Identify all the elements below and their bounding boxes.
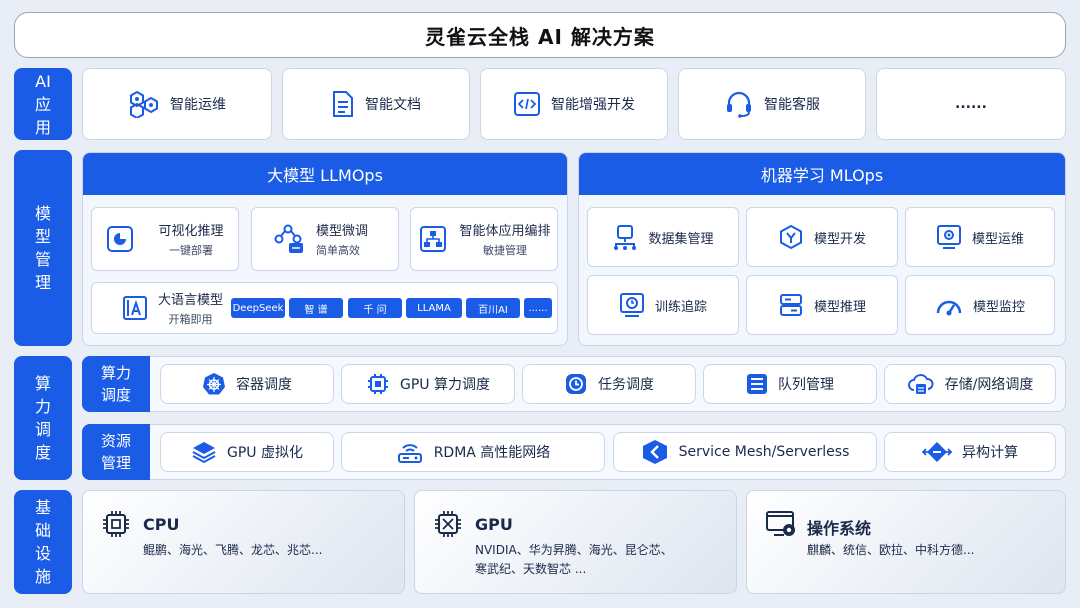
llm-tag-qianwen[interactable]: 千 问 [348, 298, 402, 318]
llmops-title: 大模型 LLMOps [83, 153, 567, 195]
mesh-icon [641, 439, 669, 465]
llmops-card-agent-orchestration[interactable]: 智能体应用编排 敏捷管理 [410, 207, 558, 271]
ai-app-docs[interactable]: 智能文档 [282, 68, 470, 140]
llmops-card-finetune[interactable]: 模型微调 简单高效 [251, 207, 399, 271]
res-gpu-virtualization[interactable]: GPU 虚拟化 [160, 432, 334, 472]
ai-app-service[interactable]: 智能客服 [678, 68, 866, 140]
resource-mgmt-label: 资源 管理 [82, 424, 150, 480]
os-monitor-icon [765, 509, 797, 539]
mlops-title: 机器学习 MLOps [579, 153, 1065, 195]
res-rdma[interactable]: RDMA 高性能网络 [341, 432, 605, 472]
llm-tag-more[interactable]: ...... [524, 298, 552, 318]
model-dev-icon [778, 224, 804, 250]
sched-container[interactable]: 容器调度 [160, 364, 334, 404]
document-icon [331, 90, 355, 118]
diamond-arrows-icon [922, 441, 952, 463]
hexagon-cluster-icon [128, 90, 160, 118]
flow-chart-icon [419, 225, 447, 253]
chart-pie-icon [106, 225, 134, 253]
headset-icon [724, 90, 754, 118]
chip-icon [366, 372, 390, 396]
llm-tag-llama[interactable]: LLAMA [406, 298, 462, 318]
infra-cpu[interactable]: CPU 鲲鹏、海光、飞腾、龙芯、兆芯... [82, 490, 405, 594]
infra-os-desc: 麒麟、统信、欧拉、中科方德... [807, 543, 975, 557]
layer-label-model-mgmt: 模 型 管 理 [14, 150, 72, 346]
mlops-card-monitor[interactable]: 模型监控 [905, 275, 1055, 335]
infra-gpu-desc: NVIDIA、华为昇腾、海光、昆仑芯、 寒武纪、天数智芯 ... [475, 543, 673, 576]
mlops-card-inference[interactable]: 模型推理 [746, 275, 898, 335]
cpu-icon [101, 509, 131, 539]
layer-label-compute: 算 力 调 度 [14, 356, 72, 480]
cloud-storage-icon [907, 372, 935, 396]
compute-scheduling-label: 算力 调度 [82, 356, 150, 412]
res-heterogeneous[interactable]: 异构计算 [884, 432, 1056, 472]
llm-tag-zhipu[interactable]: 智 谱 [289, 298, 343, 318]
sched-queue[interactable]: 队列管理 [703, 364, 877, 404]
res-service-mesh[interactable]: Service Mesh/Serverless [613, 432, 877, 472]
training-track-icon [619, 292, 645, 318]
list-icon [746, 373, 768, 395]
llm-tag-deepseek[interactable]: DeepSeek [231, 298, 285, 318]
clock-icon [564, 372, 588, 396]
router-icon [396, 440, 424, 464]
infra-cpu-desc: 鲲鹏、海光、飞腾、龙芯、兆芯... [143, 543, 323, 557]
helm-icon [202, 372, 226, 396]
llm-tag-baichuan[interactable]: 百川AI [466, 298, 520, 318]
inference-icon [778, 292, 804, 318]
code-icon [513, 91, 541, 117]
mlops-card-dataset[interactable]: 数据集管理 [587, 207, 739, 267]
gpu-icon [433, 509, 463, 539]
infra-os[interactable]: 操作系统 麒麟、统信、欧拉、中科方德... [746, 490, 1066, 594]
mlops-card-model-dev[interactable]: 模型开发 [746, 207, 898, 267]
mlops-card-model-ops[interactable]: 模型运维 [905, 207, 1055, 267]
page-title: 灵雀云全栈 AI 解决方案 [14, 12, 1066, 58]
ai-app-aiops[interactable]: 智能运维 [82, 68, 272, 140]
dataset-icon [612, 224, 638, 250]
sched-gpu[interactable]: GPU 算力调度 [341, 364, 515, 404]
llmops-card-visual-inference[interactable]: 可视化推理 一键部署 [91, 207, 239, 271]
text-box-icon [122, 295, 148, 321]
infra-gpu[interactable]: GPU NVIDIA、华为昇腾、海光、昆仑芯、 寒武纪、天数智芯 ... [414, 490, 737, 594]
gauge-icon [935, 293, 963, 317]
sched-task[interactable]: 任务调度 [522, 364, 696, 404]
ai-app-more: ...... [876, 68, 1066, 140]
layers-icon [191, 440, 217, 464]
ai-app-dev[interactable]: 智能增强开发 [480, 68, 668, 140]
layer-label-infra: 基 础 设 施 [14, 490, 72, 594]
layer-label-ai-app: AI 应 用 [14, 68, 72, 140]
sched-storage-network[interactable]: 存储/网络调度 [884, 364, 1056, 404]
model-ops-icon [936, 224, 962, 250]
mlops-card-training-track[interactable]: 训练追踪 [587, 275, 739, 335]
network-tune-icon [274, 224, 306, 254]
